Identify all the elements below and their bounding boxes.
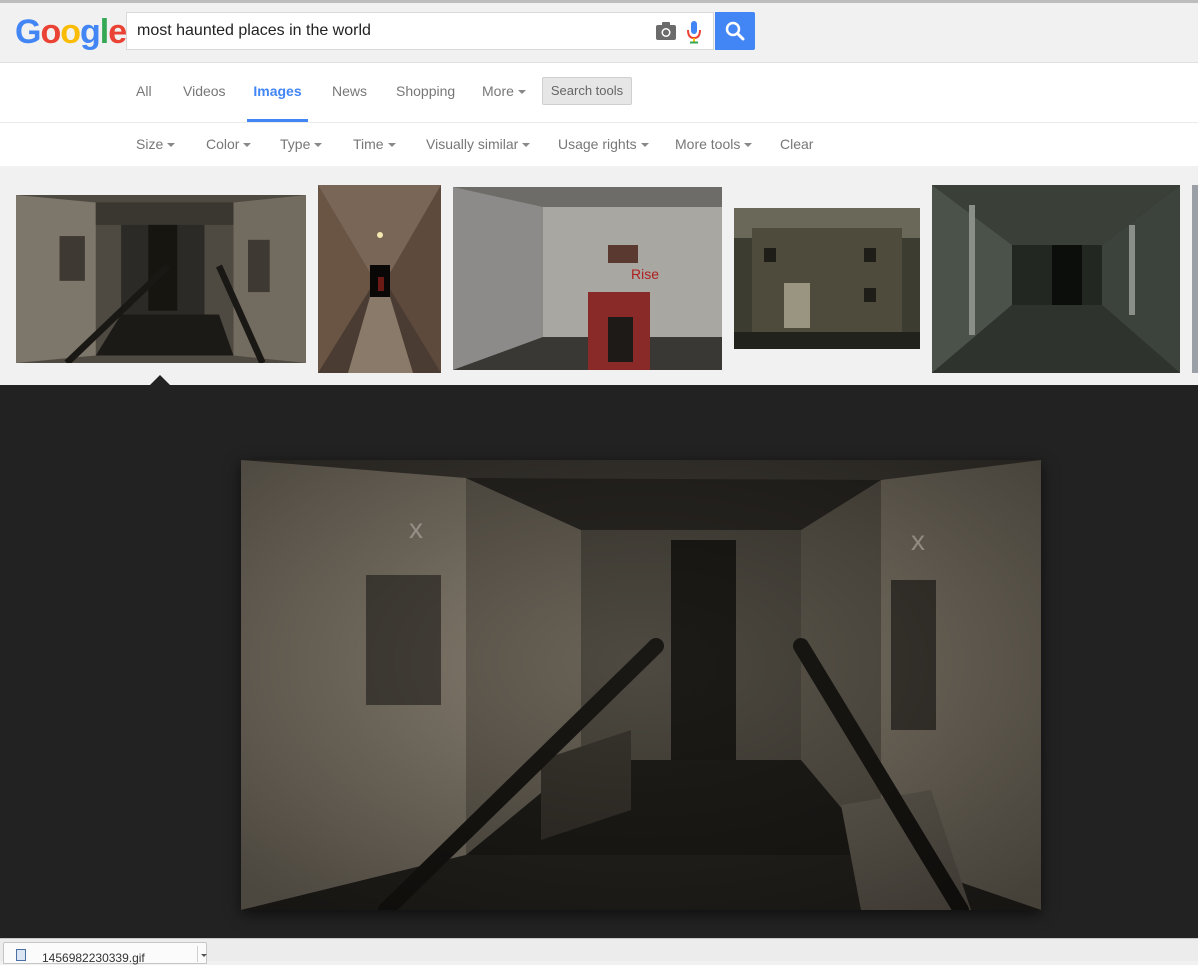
tool-usage-rights[interactable]: Usage rights bbox=[558, 123, 649, 165]
tool-label: Color bbox=[206, 136, 240, 152]
image-viewer-panel: x x bbox=[0, 385, 1198, 938]
logo-letter: G bbox=[15, 13, 41, 51]
search-tools-bar: Size Color Type Time Visually similar Us… bbox=[0, 123, 1198, 166]
tool-size[interactable]: Size bbox=[136, 123, 176, 165]
chevron-down-icon bbox=[522, 143, 531, 148]
chevron-down-icon bbox=[167, 143, 176, 148]
file-icon bbox=[16, 949, 26, 961]
tab-all[interactable]: All bbox=[136, 63, 152, 122]
tab-label: Shopping bbox=[396, 83, 456, 99]
tool-color[interactable]: Color bbox=[206, 123, 252, 165]
chevron-down-icon bbox=[640, 143, 649, 148]
logo-letter: o bbox=[40, 13, 61, 51]
tool-label: Visually similar bbox=[426, 136, 519, 152]
search-button[interactable] bbox=[715, 12, 755, 50]
chevron-down-icon bbox=[517, 90, 526, 95]
logo-letter: e bbox=[108, 13, 127, 51]
tab-label: News bbox=[332, 83, 368, 99]
logo-letter: g bbox=[80, 13, 101, 51]
selected-image-preview[interactable]: x x bbox=[241, 460, 1041, 910]
chevron-down-icon bbox=[387, 143, 396, 148]
search-input[interactable]: most haunted places in the world bbox=[137, 13, 371, 49]
tool-label: Clear bbox=[780, 136, 814, 152]
tab-label: Images bbox=[253, 83, 302, 99]
download-filename: 1456982230339.gif bbox=[42, 951, 145, 965]
tab-label: All bbox=[136, 83, 152, 99]
svg-text:Rise: Rise bbox=[631, 266, 659, 282]
tool-label: Time bbox=[353, 136, 384, 152]
image-thumbnail[interactable] bbox=[16, 195, 306, 363]
chevron-down-icon bbox=[314, 143, 323, 148]
camera-icon[interactable] bbox=[655, 21, 677, 41]
image-thumbnail[interactable] bbox=[734, 208, 920, 349]
header: Google most haunted places in the world bbox=[0, 3, 1198, 63]
image-results-strip: Rise bbox=[0, 166, 1198, 385]
tab-shopping[interactable]: Shopping bbox=[396, 63, 455, 122]
search-tabs: All Videos Images News Shopping More Sea… bbox=[0, 63, 1198, 123]
tool-label: Usage rights bbox=[558, 136, 637, 152]
search-box[interactable]: most haunted places in the world bbox=[126, 12, 714, 50]
tool-type[interactable]: Type bbox=[280, 123, 323, 165]
image-thumbnail[interactable] bbox=[932, 185, 1180, 373]
tool-label: Size bbox=[136, 136, 164, 152]
chevron-down-icon bbox=[744, 143, 753, 148]
logo-letter: o bbox=[60, 13, 81, 51]
tab-label: Videos bbox=[183, 83, 226, 99]
google-logo[interactable]: Google bbox=[15, 12, 127, 52]
tab-news[interactable]: News bbox=[332, 63, 367, 122]
tool-clear[interactable]: Clear bbox=[780, 123, 813, 165]
chevron-down-icon bbox=[243, 143, 252, 148]
logo-letter: l bbox=[99, 13, 110, 51]
image-thumbnail[interactable] bbox=[1192, 185, 1198, 373]
mic-icon[interactable] bbox=[685, 20, 703, 44]
tool-visually-similar[interactable]: Visually similar bbox=[426, 123, 531, 165]
chevron-down-icon bbox=[201, 954, 207, 957]
search-icon bbox=[725, 21, 745, 41]
tab-label: More bbox=[482, 83, 514, 99]
download-bar: 1456982230339.gif bbox=[0, 938, 1198, 965]
search-tools-button[interactable]: Search tools bbox=[542, 77, 632, 105]
tab-images[interactable]: Images bbox=[247, 63, 308, 122]
selected-image-pointer bbox=[150, 375, 170, 385]
tool-label: Type bbox=[280, 136, 311, 152]
tab-more[interactable]: More bbox=[482, 63, 526, 122]
tool-label: More tools bbox=[675, 136, 741, 152]
tool-time[interactable]: Time bbox=[353, 123, 396, 165]
image-thumbnail[interactable] bbox=[318, 185, 441, 373]
image-thumbnail[interactable]: Rise bbox=[453, 187, 722, 370]
download-options-button[interactable] bbox=[197, 946, 208, 962]
tool-more-tools[interactable]: More tools bbox=[675, 123, 753, 165]
tab-videos[interactable]: Videos bbox=[183, 63, 226, 122]
